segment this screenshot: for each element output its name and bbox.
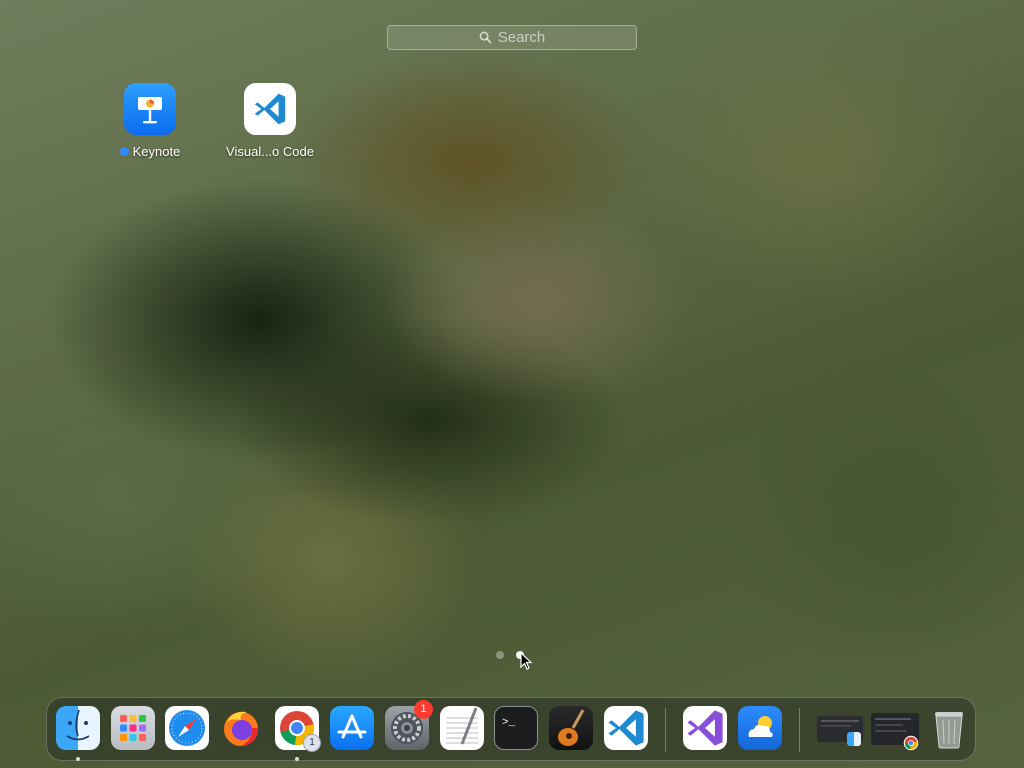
finder-icon [847,732,861,746]
notification-badge: 1 [414,700,433,719]
running-indicator [295,757,299,761]
dock-separator [799,708,800,752]
search-placeholder: Search [497,29,546,46]
dock: 1 1 >_ [46,697,976,761]
terminal-icon[interactable]: >_ [494,706,538,750]
minimized-window-icon[interactable] [871,713,919,751]
finder-icon[interactable] [56,706,100,750]
svg-text:>_: >_ [502,717,516,729]
trash-icon[interactable] [927,706,971,750]
chrome-icon [903,735,919,751]
dock-separator [665,708,666,752]
app-store-icon[interactable] [330,706,374,750]
search-icon [479,31,492,44]
app-label: Keynote [132,144,181,159]
vscode-icon [244,83,296,135]
chrome-count-badge: 1 [303,734,321,752]
app-visual-studio-code[interactable]: Visual...o Code [210,83,330,159]
visual-studio-icon[interactable] [683,706,727,750]
search-input[interactable]: Search [387,25,637,50]
launchpad-icon[interactable] [111,706,155,750]
page-dot[interactable] [496,651,504,659]
running-indicator [76,757,80,761]
minimized-window-icon[interactable] [817,716,863,746]
new-app-dot [119,147,129,156]
textedit-icon[interactable] [440,706,484,750]
mouse-cursor [520,652,533,670]
keynote-icon [124,83,176,135]
vscode-icon[interactable] [604,706,648,750]
weather-icon[interactable] [738,706,782,750]
firefox-icon[interactable] [219,706,263,750]
app-keynote[interactable]: Keynote [90,83,210,159]
safari-icon[interactable] [165,706,209,750]
app-label: Visual...o Code [226,144,314,159]
garageband-icon[interactable] [549,706,593,750]
chrome-icon[interactable]: 1 [275,706,321,752]
